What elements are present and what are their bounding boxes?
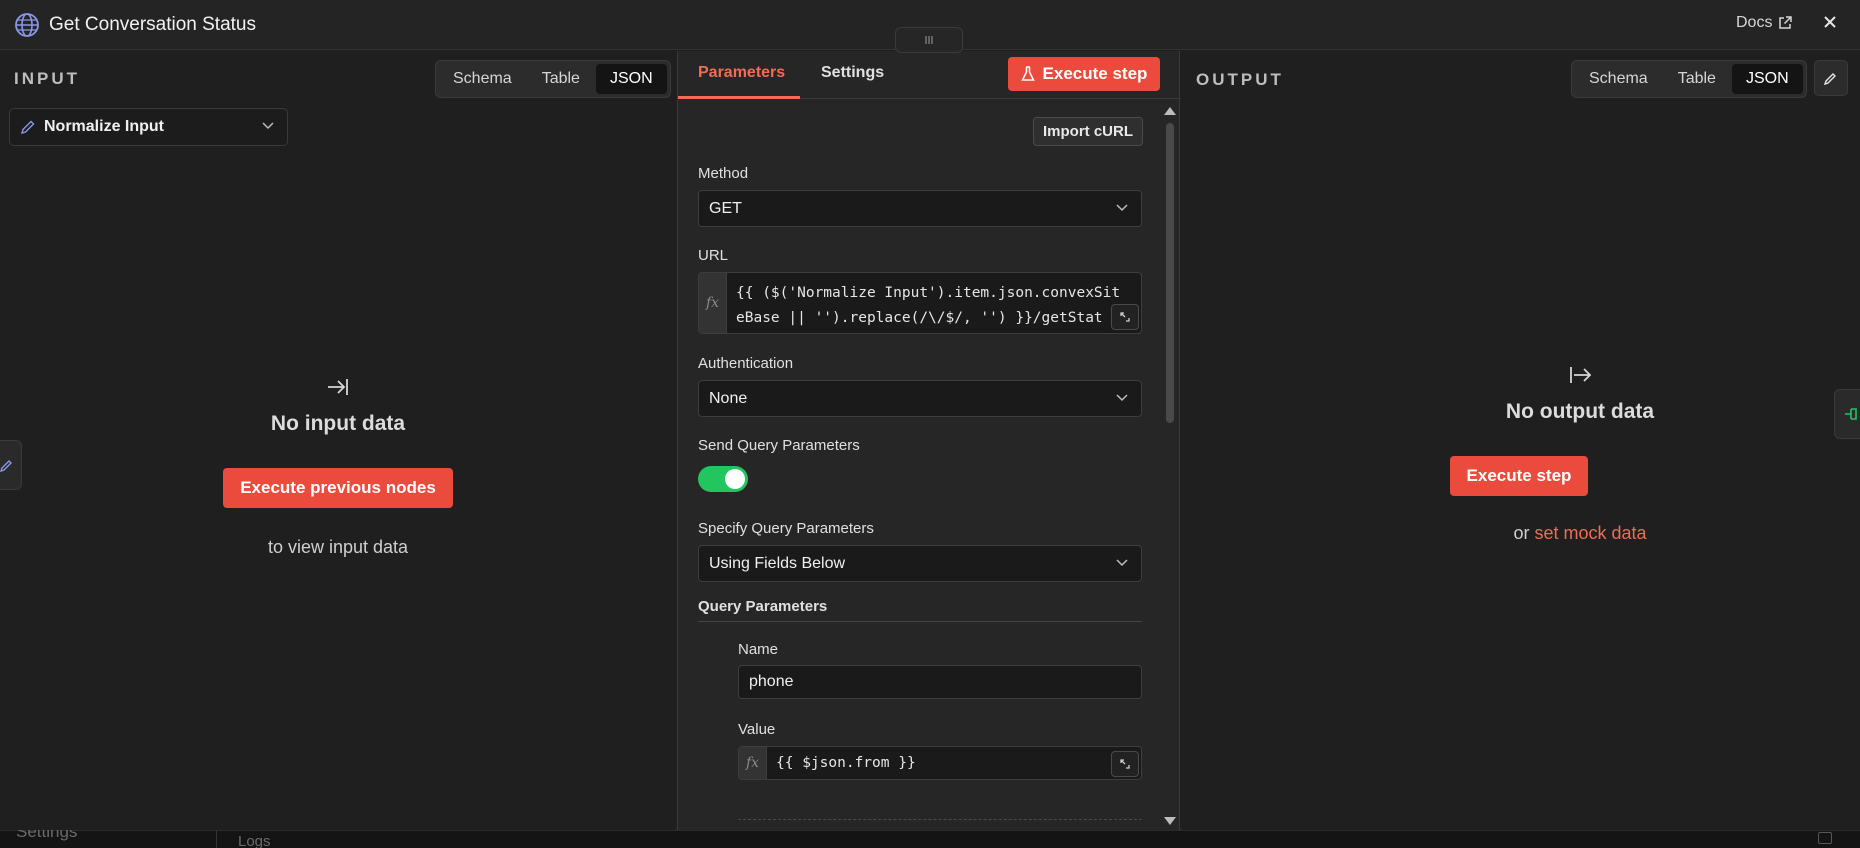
input-empty-title: No input data — [270, 412, 406, 435]
input-view-schema[interactable]: Schema — [439, 64, 526, 94]
background-divider — [216, 830, 217, 848]
send-query-parameters-toggle[interactable] — [698, 466, 748, 492]
pencil-icon — [20, 120, 35, 135]
scroll-up-arrow[interactable] — [1164, 107, 1176, 115]
close-icon — [1824, 16, 1836, 28]
output-view-schema[interactable]: Schema — [1575, 64, 1662, 94]
input-empty-state: No input data — [208, 376, 468, 436]
chevron-down-icon — [1116, 559, 1128, 567]
url-label: URL — [698, 247, 729, 264]
query-param-value-label: Value — [738, 721, 776, 738]
arrow-to-line-icon — [328, 379, 348, 395]
parameters-tabs: Parameters Settings Execute step — [678, 51, 1181, 99]
method-label: Method — [698, 165, 749, 182]
scrollbar-thumb[interactable] — [1166, 123, 1174, 423]
output-empty-state: No output data — [1450, 364, 1710, 424]
parameter-item-separator — [738, 819, 1142, 820]
pencil-icon — [1824, 73, 1836, 85]
chevron-down-icon — [262, 122, 274, 130]
specify-query-parameters-value: Using Fields Below — [709, 554, 846, 572]
pencil-icon — [0, 460, 12, 472]
method-select[interactable]: GET — [698, 190, 1142, 227]
input-panel: INPUT Schema Table JSON Normalize Input … — [0, 51, 676, 830]
pin-icon — [1845, 408, 1857, 420]
flask-icon — [1020, 66, 1035, 81]
output-view-json[interactable]: JSON — [1731, 64, 1803, 94]
grip-icon — [925, 36, 933, 44]
left-side-tab[interactable] — [0, 440, 22, 490]
input-view-switcher: Schema Table JSON — [435, 60, 671, 98]
mock-data-hint: or set mock data — [1450, 523, 1710, 544]
url-expression-line-1: {{ ($('Normalize Input').item.json.conve… — [736, 285, 1121, 301]
section-divider — [698, 621, 1142, 622]
query-param-name-label: Name — [738, 641, 779, 658]
query-param-name-input[interactable]: phone — [738, 665, 1142, 699]
background-footer — [0, 830, 1860, 848]
docs-link[interactable]: Docs — [1736, 14, 1793, 32]
expand-icon — [1120, 312, 1130, 322]
query-parameters-section-title: Query Parameters — [698, 598, 828, 615]
input-node-select[interactable]: Normalize Input — [9, 108, 288, 146]
parameters-panel: Parameters Settings Execute step Import … — [677, 51, 1181, 830]
specify-query-parameters-label: Specify Query Parameters — [698, 520, 874, 537]
specify-query-parameters-select[interactable]: Using Fields Below — [698, 545, 1142, 582]
url-expression-line-2: eBase || '').replace(/\/$/, '') }}/getSt… — [736, 310, 1103, 326]
output-execute-step-button[interactable]: Execute step — [1450, 456, 1588, 496]
chevron-down-icon — [1116, 204, 1128, 212]
execute-step-label: Execute step — [1042, 64, 1148, 83]
active-tab-underline — [678, 96, 800, 99]
execute-step-button[interactable]: Execute step — [1008, 57, 1160, 91]
edit-output-button[interactable] — [1814, 60, 1848, 96]
authentication-value: None — [709, 389, 748, 407]
close-button[interactable] — [1822, 12, 1838, 36]
scroll-down-arrow[interactable] — [1164, 817, 1176, 825]
import-curl-button[interactable]: Import cURL — [1033, 117, 1143, 146]
open-expression-editor-button[interactable] — [1111, 304, 1139, 330]
method-value: GET — [709, 199, 742, 217]
input-view-json[interactable]: JSON — [595, 64, 667, 94]
output-empty-title: No output data — [1505, 400, 1655, 423]
globe-icon — [15, 13, 39, 37]
fx-icon: fx — [699, 273, 727, 333]
chevron-down-icon — [1116, 394, 1128, 402]
authentication-select[interactable]: None — [698, 380, 1142, 417]
input-empty-hint: to view input data — [267, 537, 409, 557]
input-node-select-value: Normalize Input — [44, 118, 165, 135]
execute-previous-nodes-button[interactable]: Execute previous nodes — [223, 468, 453, 508]
tab-settings[interactable]: Settings — [821, 64, 884, 82]
docs-label: Docs — [1736, 14, 1773, 31]
url-expression-field[interactable]: fx {{ ($('Normalize Input').item.json.co… — [698, 272, 1142, 334]
fx-icon: fx — [739, 747, 767, 779]
send-query-parameters-label: Send Query Parameters — [698, 437, 860, 454]
arrow-from-line-icon — [1570, 367, 1592, 383]
input-panel-label: INPUT — [14, 69, 80, 88]
mock-prefix: or — [1513, 523, 1530, 543]
node-title: Get Conversation Status — [49, 14, 256, 35]
set-mock-data-link[interactable]: set mock data — [1534, 523, 1646, 543]
open-expression-editor-button[interactable] — [1111, 751, 1139, 777]
background-logs-label: Logs — [238, 833, 271, 848]
toggle-knob — [725, 469, 745, 489]
panel-drag-handle[interactable] — [895, 27, 963, 53]
expand-icon — [1120, 759, 1130, 769]
authentication-label: Authentication — [698, 355, 794, 372]
query-param-value-expression: {{ $json.from }} — [776, 755, 916, 771]
external-link-icon — [1779, 16, 1793, 29]
output-panel-label: OUTPUT — [1196, 70, 1284, 89]
tab-parameters[interactable]: Parameters — [698, 64, 785, 82]
input-view-table[interactable]: Table — [528, 64, 594, 94]
output-panel: OUTPUT Schema Table JSON No output data … — [1181, 51, 1860, 830]
output-view-table[interactable]: Table — [1664, 64, 1730, 94]
query-param-value-field[interactable]: fx {{ $json.from }} — [738, 746, 1142, 780]
panel-toggle-icon — [1818, 832, 1832, 844]
output-view-switcher: Schema Table JSON — [1571, 60, 1807, 98]
right-side-tab[interactable] — [1834, 389, 1860, 439]
url-expression-text: {{ ($('Normalize Input').item.json.conve… — [736, 281, 1137, 331]
node-details-modal: Get Conversation Status Docs INPUT Schem… — [0, 0, 1860, 830]
